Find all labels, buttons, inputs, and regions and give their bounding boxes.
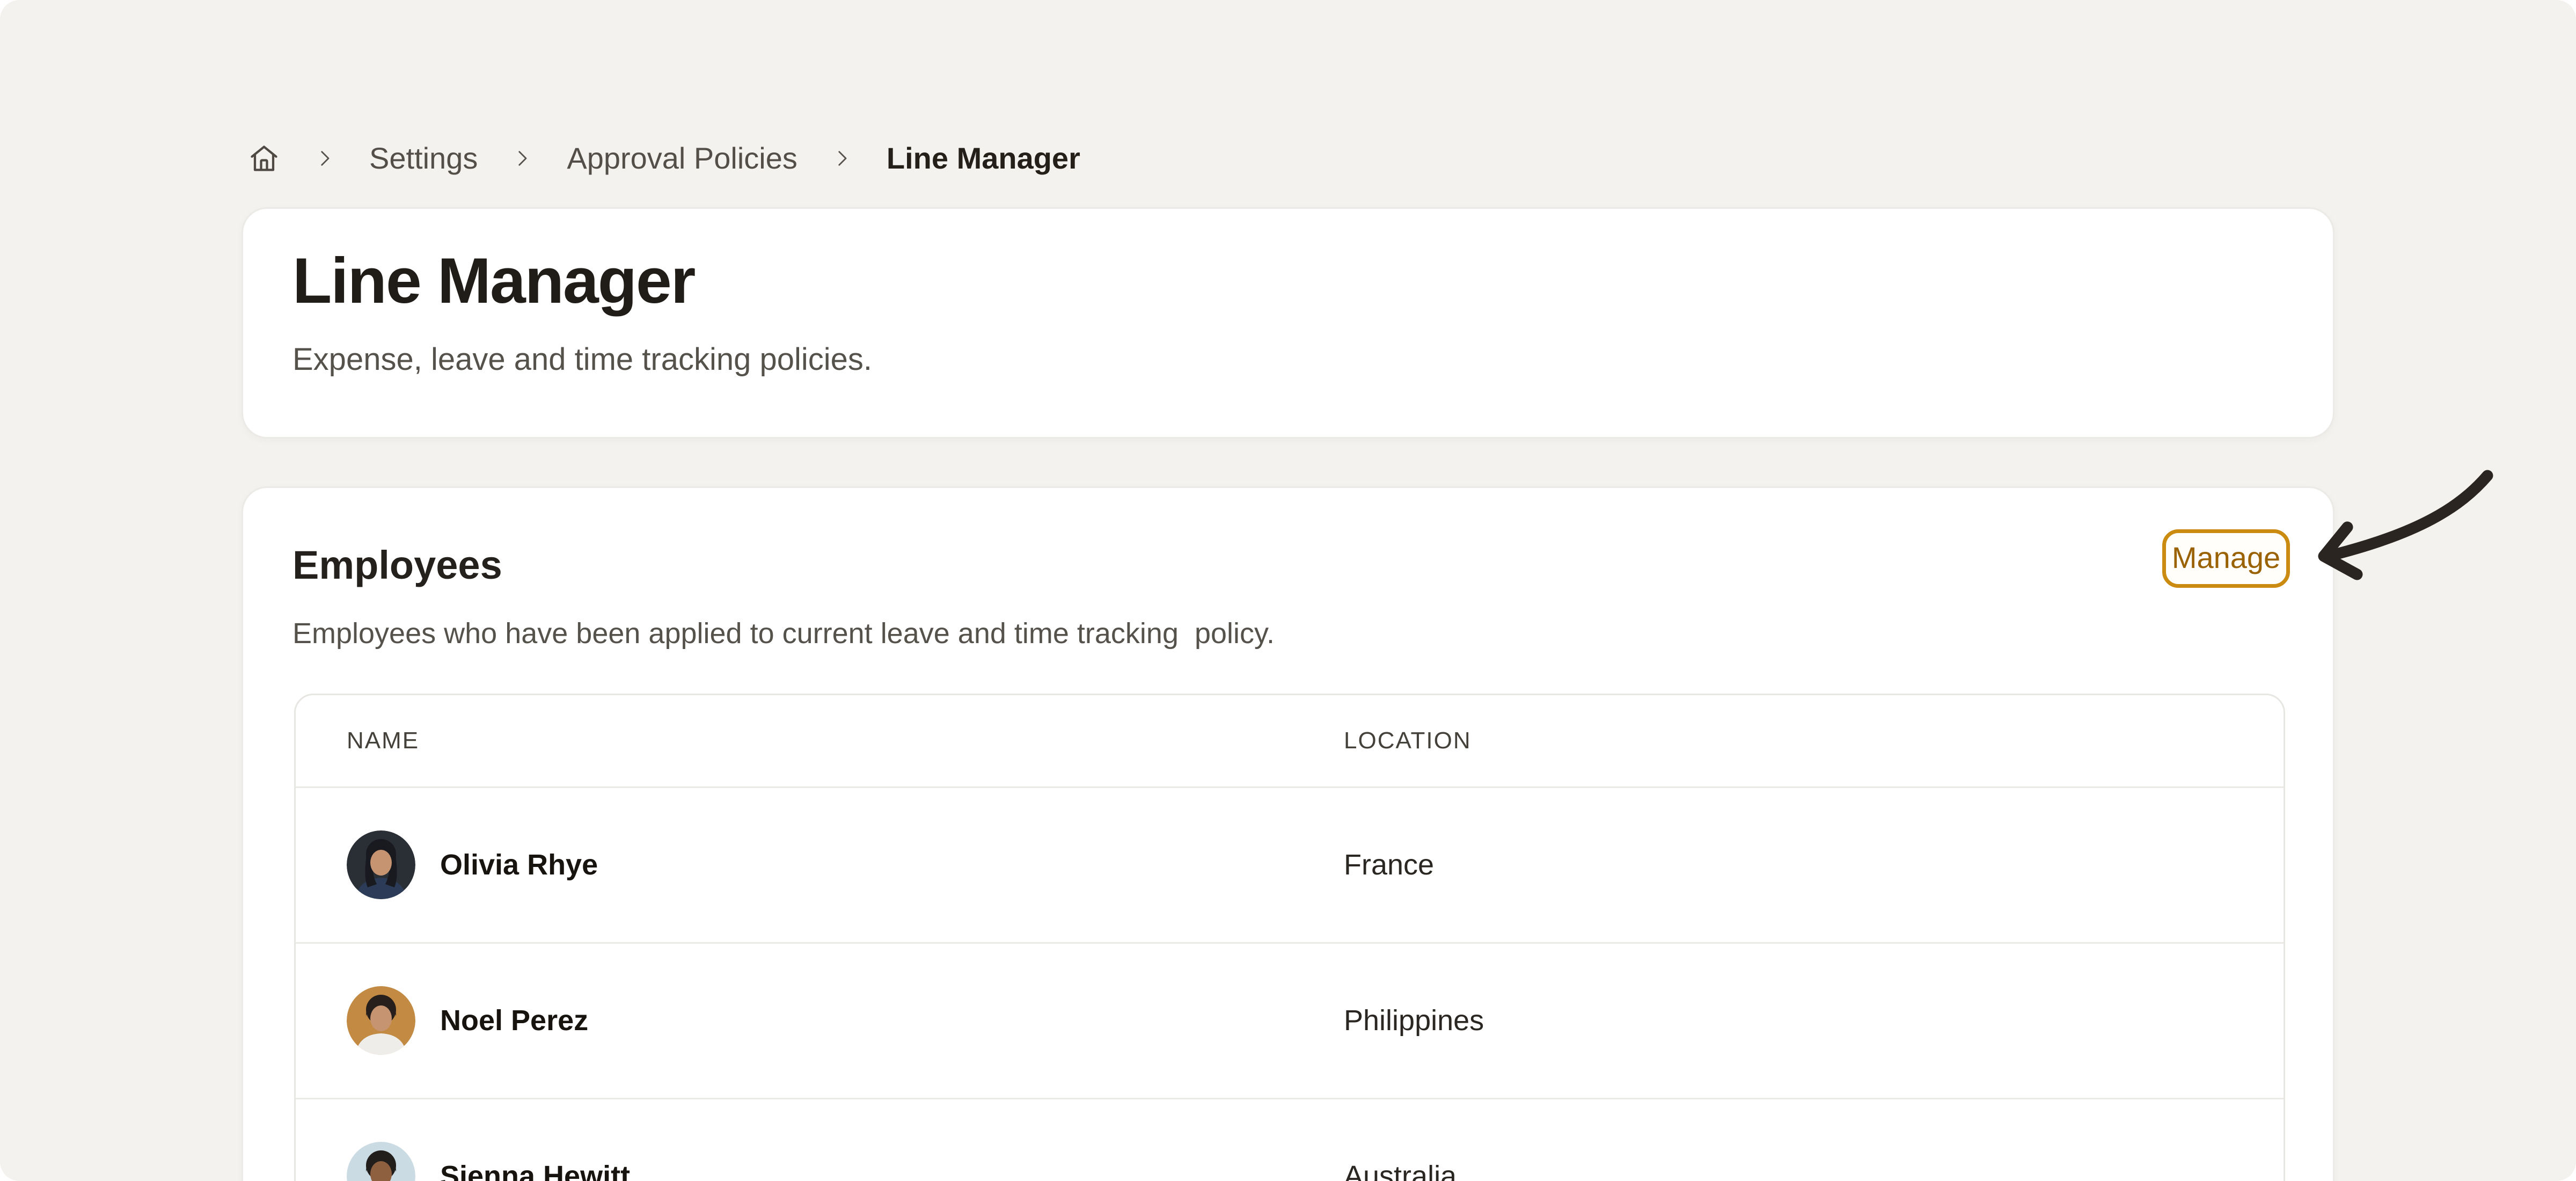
employee-location: Australia — [1344, 1160, 1457, 1181]
breadcrumb-item-approval-policies[interactable]: Approval Policies — [567, 143, 797, 173]
chevron-right-icon — [313, 147, 336, 170]
page-title-card: Line Manager Expense, leave and time tra… — [241, 207, 2334, 439]
avatar — [347, 1142, 415, 1181]
home-icon[interactable] — [248, 142, 280, 174]
table-row: Olivia Rhye France — [296, 786, 2284, 942]
page-title: Line Manager — [292, 243, 2284, 319]
chevron-right-icon — [511, 147, 533, 170]
employees-table: NAME LOCATION — [294, 694, 2285, 1181]
approval-policy-page: Settings Approval Policies Line Manager … — [0, 0, 2576, 1181]
avatar — [347, 986, 415, 1055]
hand-drawn-arrow-icon — [2302, 457, 2512, 592]
employee-location: France — [1344, 849, 1434, 881]
employee-name: Olivia Rhye — [440, 848, 598, 881]
column-header-name: NAME — [296, 727, 1344, 754]
employees-card-description: Employees who have been applied to curre… — [292, 615, 2284, 652]
employees-card-title: Employees — [292, 542, 2284, 589]
breadcrumb-item-settings[interactable]: Settings — [369, 143, 478, 173]
table-header-row: NAME LOCATION — [296, 695, 2284, 786]
breadcrumb: Settings Approval Policies Line Manager — [248, 134, 1080, 183]
chevron-right-icon — [831, 147, 853, 170]
employee-name: Sienna Hewitt — [440, 1160, 630, 1181]
table-row: Sienna Hewitt Australia — [296, 1098, 2284, 1181]
breadcrumb-item-line-manager: Line Manager — [887, 143, 1080, 173]
employees-card: Employees Employees who have been applie… — [241, 486, 2334, 1181]
column-header-location: LOCATION — [1344, 727, 2284, 754]
table-row: Noel Perez Philippines — [296, 942, 2284, 1098]
manage-button[interactable]: Manage — [2162, 529, 2290, 588]
employee-name: Noel Perez — [440, 1004, 588, 1037]
avatar — [347, 830, 415, 899]
employee-location: Philippines — [1344, 1004, 1484, 1037]
page-subtitle: Expense, leave and time tracking policie… — [292, 341, 2284, 378]
